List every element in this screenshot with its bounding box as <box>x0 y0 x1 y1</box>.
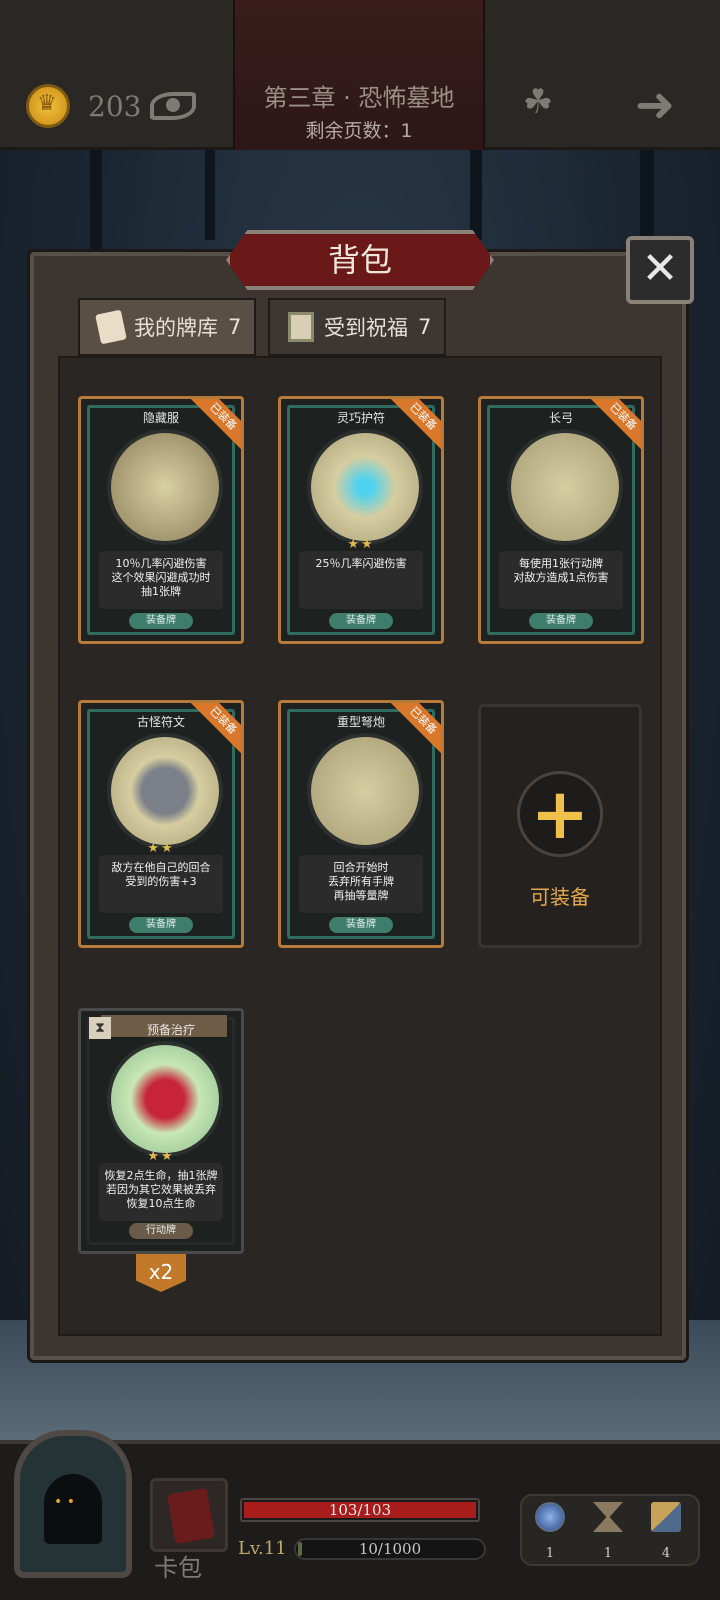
equip-slot-label: 可装备 <box>530 885 590 909</box>
card-longbow[interactable]: 长弓 每使用1张行动牌 对敌方造成1点伤害 装备牌 已装备 <box>478 396 644 644</box>
card-pack-icon <box>166 1487 216 1545</box>
xp-bar: 10/1000 <box>294 1538 486 1560</box>
tab-label: 受到祝福 <box>324 316 408 340</box>
consumable-count: 4 <box>661 1546 671 1561</box>
card-type: 装备牌 <box>129 613 193 629</box>
consumable-count: 1 <box>603 1546 613 1561</box>
tab-label: 我的牌库 <box>134 316 218 340</box>
card-type: 装备牌 <box>529 613 593 629</box>
tab-count: 7 <box>418 315 432 339</box>
gift-icon <box>288 312 314 342</box>
hooded-cloak-art <box>107 429 223 545</box>
card-type: 行动牌 <box>129 1223 193 1239</box>
hp-text: 103/103 <box>328 1501 392 1519</box>
card-description: 敌方在他自己的回合 受到的伤害+3 <box>99 855 223 913</box>
blessing-icon[interactable]: ☘ <box>514 82 562 128</box>
tab-blessings[interactable]: 受到祝福 7 <box>268 298 446 356</box>
panel-title: 背包 <box>226 230 494 290</box>
card-type: 装备牌 <box>329 613 393 629</box>
background-tree <box>470 150 482 240</box>
card-type: 装备牌 <box>329 917 393 933</box>
card-odd-rune[interactable]: 古怪符文 ★★ 敌方在他自己的回合 受到的伤害+3 装备牌 已装备 <box>78 700 244 948</box>
empty-equip-slot[interactable]: + 可装备 <box>478 704 642 948</box>
consumable-cards[interactable]: 4 <box>646 1502 686 1561</box>
card-stars: ★★ <box>347 537 375 552</box>
card-name: 预备治疗 <box>146 1023 195 1037</box>
rune-stone-art <box>107 733 223 849</box>
cards-icon <box>651 1502 681 1532</box>
player-portrait[interactable] <box>14 1430 132 1578</box>
card-hidden-cloak[interactable]: 隐藏服 10％几率闪避伤害 这个效果闪避成功时 抽1张牌 装备牌 已装备 <box>78 396 244 644</box>
card-type: 装备牌 <box>129 917 193 933</box>
hp-bar: 103/103 <box>240 1498 480 1522</box>
close-button[interactable]: ✕ <box>626 236 694 304</box>
coin-count: 203 <box>88 90 142 123</box>
card-pack-label[interactable]: 卡包 <box>154 1548 202 1583</box>
potion-icon <box>535 1502 565 1532</box>
consumables-tray: 1 1 4 <box>520 1494 700 1566</box>
chapter-banner: 第三章 · 恐怖墓地 剩余页数：1 <box>233 0 485 150</box>
pages-remaining: 剩余页数：1 <box>305 120 413 142</box>
longbow-art <box>507 429 623 545</box>
xp-text: 10/1000 <box>358 1540 422 1558</box>
player-level: Lv.11 <box>238 1538 287 1559</box>
ballista-art <box>307 733 423 849</box>
tab-count: 7 <box>228 315 242 339</box>
consumable-count: 1 <box>545 1546 555 1561</box>
background-tree <box>205 150 215 240</box>
card-pack-button[interactable] <box>150 1478 228 1552</box>
hourglass-icon <box>593 1502 623 1532</box>
card-heavy-ballista[interactable]: 重型弩炮 回合开始时 丢弃所有手牌 再抽等量牌 装备牌 已装备 <box>278 700 444 948</box>
background-tree <box>640 150 654 240</box>
card-description: 25％几率闪避伤害 <box>299 551 423 609</box>
consumable-potion[interactable]: 1 <box>530 1502 570 1561</box>
consumable-hourglass[interactable]: 1 <box>588 1502 628 1561</box>
coin-icon <box>26 84 70 128</box>
heart-art <box>107 1041 223 1157</box>
card-stars: ★★ <box>147 1149 175 1164</box>
card-description: 回合开始时 丢弃所有手牌 再抽等量牌 <box>299 855 423 913</box>
amulet-art <box>307 429 423 545</box>
tab-my-deck[interactable]: 我的牌库 7 <box>78 298 256 356</box>
chapter-title: 第三章 · 恐怖墓地 <box>263 84 455 112</box>
eye-icon[interactable] <box>150 92 196 120</box>
top-bar: 203 第三章 · 恐怖墓地 剩余页数：1 ☘ ➜ <box>0 0 720 150</box>
card-stars: ★★ <box>147 841 175 856</box>
deck-icon <box>95 309 127 345</box>
card-description: 恢复2点生命，抽1张牌 若因为其它效果被丢弃 恢复10点生命 <box>99 1163 223 1221</box>
back-arrow-icon[interactable]: ➜ <box>625 80 685 130</box>
card-description: 每使用1张行动牌 对敌方造成1点伤害 <box>499 551 623 609</box>
card-description: 10％几率闪避伤害 这个效果闪避成功时 抽1张牌 <box>99 551 223 609</box>
card-agile-amulet[interactable]: 灵巧护符 ★★ 25％几率闪避伤害 装备牌 已装备 <box>278 396 444 644</box>
hooded-character-icon <box>44 1474 102 1544</box>
card-prepared-healing[interactable]: ⧗ 预备治疗 ★★ 恢复2点生命，抽1张牌 若因为其它效果被丢弃 恢复10点生命… <box>78 1008 244 1254</box>
plus-icon: + <box>517 771 603 857</box>
